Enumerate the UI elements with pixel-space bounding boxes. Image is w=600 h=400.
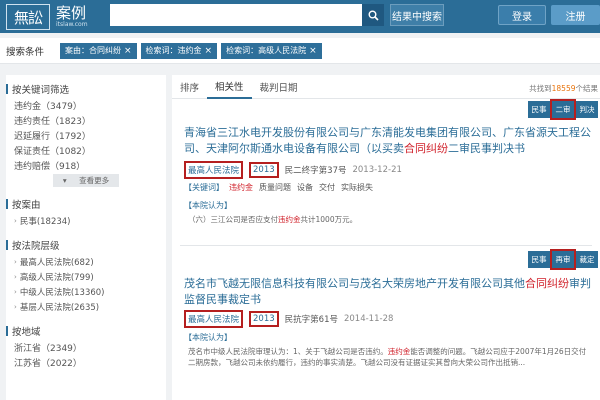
region-filter-item[interactable]: 浙江省（2349） bbox=[6, 340, 166, 355]
cause-filter-heading[interactable]: 按案由 bbox=[6, 195, 166, 213]
region-filter-heading[interactable]: 按地域 bbox=[6, 322, 166, 340]
cause-filter-item[interactable]: › 民事(18234) bbox=[6, 213, 166, 228]
case-year: 2013 bbox=[249, 162, 279, 178]
case-title[interactable]: 茂名市飞越无限信息科技有限公司与茂名大荣房地产开发有限公司其他合同纠纷审判监督民… bbox=[184, 276, 594, 308]
logo-mark: 無訟 bbox=[6, 4, 50, 30]
case-meta: 最高人民法院 2013 民二终字第37号 2013-12-21 bbox=[184, 161, 402, 179]
court-view-label: 【本院认为】 bbox=[184, 201, 232, 210]
result-count: 共找到18559个结果 bbox=[529, 84, 598, 93]
case-meta: 最高人民法院 2013 民抗字第61号 2014-11-28 bbox=[184, 310, 393, 328]
chevron-right-icon: › bbox=[14, 216, 17, 225]
court-name[interactable]: 最高人民法院 bbox=[184, 310, 244, 328]
show-more-button[interactable]: ▾ 查看更多 bbox=[6, 173, 166, 187]
logo-url: itslaw.com bbox=[56, 21, 88, 28]
document-type-badge[interactable]: 判决 bbox=[576, 101, 598, 118]
court-filter-item[interactable]: › 最高人民法院(682) bbox=[6, 254, 166, 269]
region-filter-item[interactable]: 江苏省（2022） bbox=[6, 355, 166, 370]
case-type-badge[interactable]: 民事 bbox=[528, 251, 550, 268]
court-filter-item[interactable]: › 中级人民法院(13360) bbox=[6, 284, 166, 299]
chevron-down-icon: ▾ bbox=[57, 174, 75, 186]
keyword-filter-heading[interactable]: 按关键词筛选 bbox=[6, 80, 166, 98]
case-number: 民二终字第37号 bbox=[284, 166, 347, 176]
logo-name: 案例 bbox=[56, 4, 87, 22]
trial-stage-badge[interactable]: 二审 bbox=[550, 99, 576, 120]
sort-label: 排序 bbox=[180, 82, 200, 94]
close-icon[interactable]: × bbox=[124, 46, 132, 56]
case-date: 2013-12-21 bbox=[352, 165, 402, 175]
case-number: 民抗字第61号 bbox=[284, 315, 338, 325]
chevron-right-icon: › bbox=[14, 272, 17, 281]
case-keywords: 【关键词】 违约金 质量问题 设备 交付 实际损失 bbox=[184, 183, 373, 192]
case-divider bbox=[180, 245, 592, 246]
court-view-label: 【本院认为】 bbox=[184, 333, 232, 342]
chevron-right-icon: › bbox=[14, 287, 17, 296]
filter-sidebar: 按关键词筛选 违约金（3479） 违约责任（1823） 迟延履行（1792） 保… bbox=[6, 75, 166, 400]
court-level-filter-heading[interactable]: 按法院层级 bbox=[6, 236, 166, 254]
case-date: 2014-11-28 bbox=[343, 314, 394, 324]
court-name[interactable]: 最高人民法院 bbox=[184, 161, 244, 179]
trial-stage-badge[interactable]: 再审 bbox=[550, 249, 576, 270]
close-icon[interactable]: × bbox=[309, 46, 317, 56]
keyword-filter-item[interactable]: 违约赔偿（918） bbox=[6, 158, 166, 173]
case-type-badge[interactable]: 民事 bbox=[528, 101, 550, 118]
case-badges: 民事 二审 判决 bbox=[526, 99, 598, 120]
case-year: 2013 bbox=[249, 311, 279, 327]
tab-relevance[interactable]: 相关性 bbox=[207, 75, 252, 99]
keyword-filter-item[interactable]: 违约责任（1823） bbox=[6, 113, 166, 128]
chevron-right-icon: › bbox=[14, 257, 17, 266]
keyword-filter-item[interactable]: 迟延履行（1792） bbox=[6, 128, 166, 143]
case-snippet: （六）三江公司是否应支付违约金共计1000万元。 bbox=[188, 215, 358, 224]
case-title[interactable]: 青海省三江水电开发股份有限公司与广东清能发电集团有限公司、广东省源天工程公司、天… bbox=[184, 125, 594, 157]
search-icon bbox=[368, 10, 379, 21]
conditions-label: 搜索条件 bbox=[6, 46, 45, 58]
case-snippet: 茂名市中级人民法院审理认为：1、关于飞越公司是否违约。违约金能否调整的问题。飞越… bbox=[188, 347, 587, 367]
document-type-badge[interactable]: 裁定 bbox=[576, 251, 598, 268]
top-header: 無訟 案例 itslaw.com 结果中搜索 登录 注册 bbox=[0, 0, 600, 33]
keyword-filter-item[interactable]: 保证责任（1082） bbox=[6, 143, 166, 158]
court-filter-item[interactable]: › 基层人民法院(2635) bbox=[6, 299, 166, 314]
court-filter-item[interactable]: › 高级人民法院(799) bbox=[6, 269, 166, 284]
tab-judgment-date[interactable]: 裁判日期 bbox=[252, 75, 306, 99]
results-panel: 排序 相关性 裁判日期 共找到18559个结果 民事 二审 判决 青海省三江水电… bbox=[172, 75, 600, 400]
condition-tag[interactable]: 检索词：高级人民法院 × bbox=[221, 42, 322, 59]
condition-tag[interactable]: 案由：合同纠纷 × bbox=[60, 42, 137, 59]
search-in-results-button[interactable]: 结果中搜索 bbox=[390, 4, 444, 26]
close-icon[interactable]: × bbox=[205, 46, 213, 56]
login-button[interactable]: 登录 bbox=[498, 5, 546, 25]
chevron-right-icon: › bbox=[14, 302, 17, 311]
condition-tag[interactable]: 检索词：违约金 × bbox=[140, 42, 218, 59]
search-button[interactable] bbox=[362, 4, 384, 26]
case-badges: 民事 再审 裁定 bbox=[526, 249, 598, 270]
logo[interactable]: 無訟 案例 itslaw.com bbox=[6, 3, 88, 31]
keyword-filter-item[interactable]: 违约金（3479） bbox=[6, 98, 166, 113]
search-input[interactable] bbox=[110, 4, 362, 26]
register-button[interactable]: 注册 bbox=[551, 5, 600, 25]
search-conditions-bar: 搜索条件 案由：合同纠纷 × 检索词：违约金 × 检索词：高级人民法院 × bbox=[0, 38, 600, 64]
